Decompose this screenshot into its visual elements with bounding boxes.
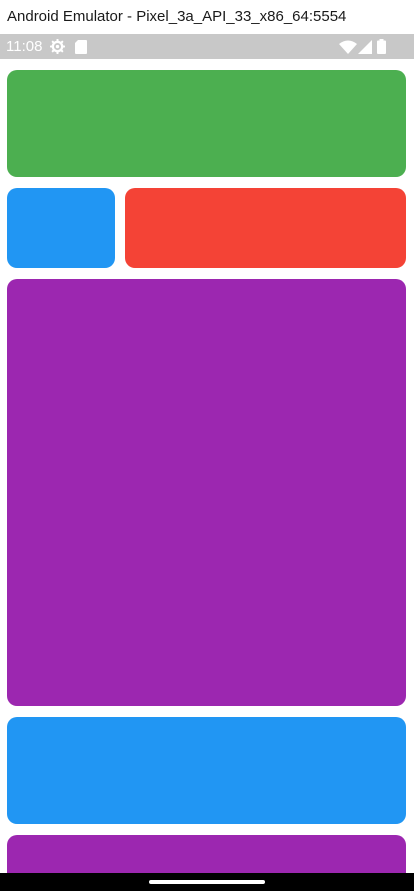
green-tile <box>7 70 406 177</box>
purple-large-tile <box>7 279 406 706</box>
battery-icon <box>375 34 387 59</box>
emulator-window-title: Android Emulator - Pixel_3a_API_33_x86_6… <box>0 0 414 34</box>
app-content <box>0 59 414 873</box>
red-tile <box>125 188 406 268</box>
sd-card-icon <box>74 34 88 59</box>
blue-wide-tile <box>7 717 406 824</box>
status-bar: 11:08 <box>0 34 414 59</box>
wifi-icon <box>338 34 358 59</box>
cell-signal-icon <box>357 34 373 59</box>
status-time: 11:08 <box>6 38 43 55</box>
blue-small-tile <box>7 188 115 268</box>
navigation-bar <box>0 873 414 891</box>
settings-gear-icon <box>49 34 65 59</box>
purple-bottom-tile <box>7 835 406 873</box>
home-gesture-handle[interactable] <box>149 880 265 884</box>
